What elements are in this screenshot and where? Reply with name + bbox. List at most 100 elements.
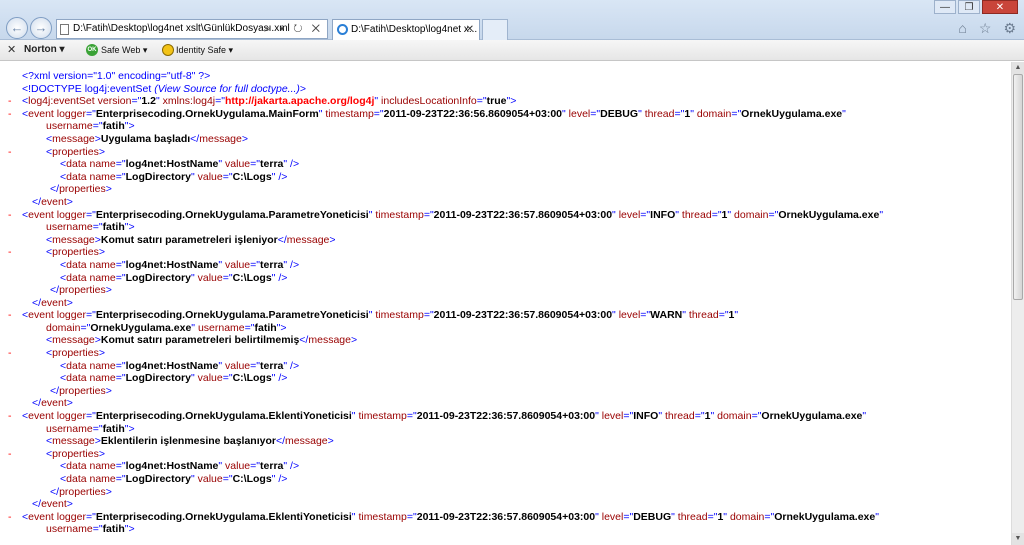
xml-line[interactable]: - <properties>	[8, 246, 1011, 259]
xml-document-view: <?xml version="1.0" encoding="utf-8" ?> …	[0, 62, 1011, 545]
close-window-button[interactable]: ✕	[982, 0, 1018, 14]
event-level: INFO	[650, 208, 676, 221]
property-value: C:\Logs	[232, 372, 272, 385]
scroll-thumb[interactable]	[1013, 74, 1023, 300]
doctype-line: <!DOCTYPE log4j:eventSet (View Source fo…	[8, 83, 1011, 96]
xml-line: <data name="log4net:HostName" value="ter…	[60, 158, 300, 171]
forward-arrow-icon: →	[34, 20, 48, 35]
root-xmlns: http://jakarta.apache.org/log4j	[225, 95, 375, 108]
event-timestamp: 2011-09-23T22:36:57.8609054+03:00	[416, 510, 596, 523]
xml-line: <data name="log4net:HostName" value="ter…	[60, 258, 300, 271]
xml-line[interactable]: - <event logger="Enterprisecoding.OrnekUy…	[8, 410, 1011, 423]
back-button[interactable]: ←	[6, 17, 28, 39]
forward-button[interactable]: →	[30, 17, 52, 39]
property-value: C:\Logs	[232, 271, 272, 284]
xml-tree: <?xml version="1.0" encoding="utf-8" ?> …	[8, 70, 1011, 536]
xml-line[interactable]: - <properties>	[8, 448, 1011, 461]
address-text: D:\Fatih\Desktop\log4net xslt\GünlükDosy…	[73, 23, 290, 34]
event-username: fatih	[102, 422, 125, 435]
tab-active[interactable]: D:\Fatih\Desktop\log4net x... ✕	[332, 19, 480, 40]
scroll-up-icon[interactable]: ▲	[1012, 62, 1024, 74]
event-message: Uygulama başladı	[100, 132, 191, 145]
event-timestamp: 2011-09-23T22:36:57.8609054+03:00	[433, 208, 613, 221]
property-name: LogDirectory	[125, 170, 191, 183]
norton-menu[interactable]: Norton ▾	[24, 40, 65, 60]
new-tab-button[interactable]	[482, 19, 508, 40]
xml-line: </properties>	[50, 183, 112, 196]
vertical-scrollbar[interactable]: ▲ ▼	[1011, 62, 1024, 545]
scroll-down-icon[interactable]: ▼	[1012, 533, 1024, 545]
xml-line: <data name="LogDirectory" value="C:\Logs…	[60, 372, 288, 385]
property-value: terra	[260, 460, 284, 473]
event-list: - <event logger="Enterprisecoding.OrnekUy…	[8, 108, 1011, 536]
address-tools[interactable]: ⌕ ▾ ↻ ✕	[264, 20, 323, 38]
property-name: LogDirectory	[125, 271, 191, 284]
event-username: fatih	[254, 321, 277, 334]
xml-line[interactable]: - <event logger="Enterprisecoding.OrnekUy…	[8, 511, 1011, 524]
favorites-star-icon[interactable]: ☆	[979, 19, 992, 37]
xml-line: </event>	[32, 498, 73, 511]
safe-web-menu[interactable]: Safe Web ▾	[101, 40, 147, 60]
tab-title: D:\Fatih\Desktop\log4net x...	[351, 24, 478, 35]
property-value: C:\Logs	[232, 170, 272, 183]
identity-safe-menu[interactable]: Identity Safe ▾	[176, 40, 233, 60]
address-bar[interactable]: D:\Fatih\Desktop\log4net xslt\GünlükDosy…	[56, 19, 328, 39]
norton-toolbar: ✕ Norton ▾ OK Safe Web ▾ Identity Safe ▾	[0, 40, 1024, 61]
xml-line: </properties>	[50, 384, 112, 397]
property-name: LogDirectory	[125, 473, 191, 485]
xml-line: username="fatih">	[46, 120, 135, 133]
window-controls: — ❐ ✕	[932, 0, 1018, 14]
xml-line: </properties>	[50, 485, 112, 498]
event-message: Eklentilerin işlenmesine başlanıyor	[100, 435, 276, 448]
event-username: fatih	[102, 221, 125, 234]
event-domain: OrnekUygulama.exe	[90, 321, 192, 334]
property-name: log4net:HostName	[125, 460, 219, 473]
xml-line: <data name="LogDirectory" value="C:\Logs…	[60, 473, 288, 485]
property-value: terra	[260, 258, 284, 271]
property-name: log4net:HostName	[125, 158, 219, 171]
event-level: INFO	[633, 410, 659, 423]
gear-icon[interactable]: ⚙	[1003, 19, 1016, 37]
xml-line: username="fatih">	[46, 221, 135, 234]
property-value: terra	[260, 158, 284, 171]
root-tag: log4j:eventSet	[28, 95, 95, 108]
event-level: DEBUG	[600, 107, 639, 120]
minimize-button[interactable]: —	[934, 0, 956, 14]
xml-line[interactable]: - <event logger="Enterprisecoding.OrnekUy…	[8, 309, 1011, 322]
xml-line[interactable]: - <event logger="Enterprisecoding.OrnekUy…	[8, 209, 1011, 222]
browser-chrome: ← → D:\Fatih\Desktop\log4net xslt\Günlük…	[0, 0, 1024, 40]
home-icon[interactable]: ⌂	[958, 19, 966, 37]
doctype-note: (View Source for full doctype...)	[154, 82, 300, 95]
xml-line: domain="OrnekUygulama.exe" username="fat…	[46, 321, 287, 334]
root-open-line[interactable]: - <log4j:eventSet version="1.2" xmlns:log…	[8, 95, 1011, 108]
tab-close-icon[interactable]: ✕	[466, 20, 474, 39]
xml-line: <message>Komut satırı parametreleri işle…	[46, 233, 336, 246]
root-version: 1.2	[141, 95, 156, 108]
maximize-button[interactable]: ❐	[958, 0, 980, 14]
property-name: log4net:HostName	[125, 359, 219, 372]
xml-line[interactable]: - <event logger="Enterprisecoding.OrnekUy…	[8, 108, 1011, 121]
xml-line: username="fatih">	[46, 422, 135, 435]
xml-line: <data name="LogDirectory" value="C:\Logs…	[60, 271, 288, 284]
event-domain: OrnekUygulama.exe	[774, 510, 876, 523]
xml-line[interactable]: - <properties>	[8, 146, 1011, 159]
property-name: LogDirectory	[125, 372, 191, 385]
xml-line: <message>Eklentilerin işlenmesine başlan…	[46, 435, 334, 448]
xml-line: </event>	[32, 397, 73, 410]
identity-safe-icon	[162, 44, 174, 56]
event-timestamp: 2011-09-23T22:36:56.8609054+03:00	[383, 107, 563, 120]
xml-line: </properties>	[50, 284, 112, 297]
toolbar-close-icon[interactable]: ✕	[7, 40, 16, 60]
browser-right-icons: ⌂ ☆ ⚙	[958, 19, 1016, 37]
event-logger: Enterprisecoding.OrnekUygulama.EklentiYo…	[95, 510, 352, 523]
xml-line: <message>Uygulama başladı</message>	[46, 132, 248, 145]
event-level: WARN	[650, 309, 683, 322]
event-timestamp: 2011-09-23T22:36:57.8609054+03:00	[416, 410, 596, 423]
xml-declaration: <?xml version="1.0" encoding="utf-8" ?>	[22, 70, 211, 82]
event-domain: OrnekUygulama.exe	[778, 208, 880, 221]
event-message: Komut satırı parametreleri işleniyor	[100, 233, 278, 246]
back-arrow-icon: ←	[10, 20, 24, 35]
xml-line[interactable]: - <properties>	[8, 347, 1011, 360]
event-username: fatih	[102, 120, 125, 133]
doctype: <!DOCTYPE log4j:eventSet	[22, 82, 152, 95]
